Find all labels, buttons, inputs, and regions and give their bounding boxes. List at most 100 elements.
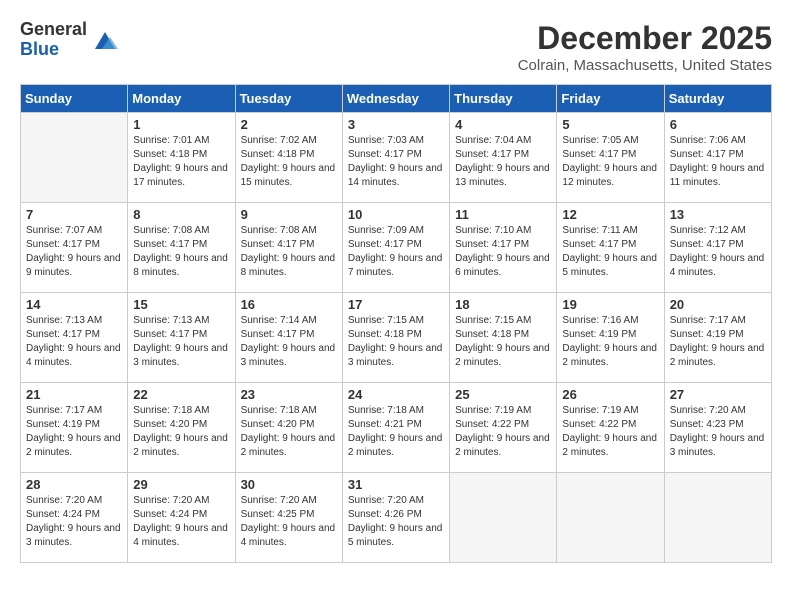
- calendar-cell: 6Sunrise: 7:06 AMSunset: 4:17 PMDaylight…: [664, 113, 771, 203]
- calendar-cell: 19 Sunrise: 7:16 AMSunset: 4:19 PMDayligh…: [557, 293, 664, 383]
- day-number: 12: [562, 207, 658, 222]
- day-number: 23: [241, 387, 337, 402]
- logo: General Blue: [20, 20, 120, 60]
- day-number: 17: [348, 297, 444, 312]
- day-info: Sunrise: 7:15 AMSunset: 4:18 PMDaylight:…: [348, 314, 444, 370]
- weekday-header: Saturday: [664, 85, 771, 113]
- day-number: 31: [348, 477, 444, 492]
- day-info: Sunrise: 7:06 AMSunset: 4:17 PMDaylight:…: [670, 134, 766, 190]
- day-info: Sunrise: 7:10 AMSunset: 4:17 PMDaylight:…: [455, 224, 551, 280]
- calendar-cell: 11 Sunrise: 7:10 AMSunset: 4:17 PMDayligh…: [450, 203, 557, 293]
- page-header: General Blue December 2025 Colrain, Mass…: [20, 20, 772, 74]
- calendar-cell: 14Sunrise: 7:13 AMSunset: 4:17 PMDayligh…: [21, 293, 128, 383]
- day-info: Sunrise: 7:04 AMSunset: 4:17 PMDaylight:…: [455, 134, 551, 190]
- calendar-cell: 10 Sunrise: 7:09 AMSunset: 4:17 PMDayligh…: [342, 203, 449, 293]
- calendar-week-row: 28 Sunrise: 7:20 AMSunset: 4:24 PMDayligh…: [21, 473, 772, 563]
- calendar-cell: 30 Sunrise: 7:20 AMSunset: 4:25 PMDayligh…: [235, 473, 342, 563]
- calendar-cell: 8Sunrise: 7:08 AMSunset: 4:17 PMDaylight…: [128, 203, 235, 293]
- calendar-cell: 1 Sunrise: 7:01 AMSunset: 4:18 PMDaylight…: [128, 113, 235, 203]
- day-info: Sunrise: 7:07 AMSunset: 4:17 PMDaylight:…: [26, 224, 122, 280]
- weekday-header: Sunday: [21, 85, 128, 113]
- weekday-header: Thursday: [450, 85, 557, 113]
- day-number: 26: [562, 387, 658, 402]
- day-number: 28: [26, 477, 122, 492]
- title-block: December 2025 Colrain, Massachusetts, Un…: [518, 20, 772, 74]
- day-info: Sunrise: 7:08 AMSunset: 4:17 PMDaylight:…: [133, 224, 229, 280]
- day-number: 11: [455, 207, 551, 222]
- calendar-cell: 16Sunrise: 7:14 AMSunset: 4:17 PMDayligh…: [235, 293, 342, 383]
- day-info: Sunrise: 7:05 AMSunset: 4:17 PMDaylight:…: [562, 134, 658, 190]
- calendar-cell: 2 Sunrise: 7:02 AMSunset: 4:18 PMDaylight…: [235, 113, 342, 203]
- day-number: 21: [26, 387, 122, 402]
- calendar-cell: [664, 473, 771, 563]
- calendar-week-row: 14Sunrise: 7:13 AMSunset: 4:17 PMDayligh…: [21, 293, 772, 383]
- calendar-cell: 22Sunrise: 7:18 AMSunset: 4:20 PMDayligh…: [128, 383, 235, 473]
- calendar-cell: [21, 113, 128, 203]
- location: Colrain, Massachusetts, United States: [518, 57, 772, 74]
- day-info: Sunrise: 7:08 AMSunset: 4:17 PMDaylight:…: [241, 224, 337, 280]
- day-info: Sunrise: 7:19 AMSunset: 4:22 PMDaylight:…: [562, 404, 658, 460]
- day-number: 2: [241, 117, 337, 132]
- weekday-header: Tuesday: [235, 85, 342, 113]
- calendar-cell: 12 Sunrise: 7:11 AMSunset: 4:17 PMDayligh…: [557, 203, 664, 293]
- calendar-cell: 13Sunrise: 7:12 AMSunset: 4:17 PMDayligh…: [664, 203, 771, 293]
- calendar-cell: 5 Sunrise: 7:05 AMSunset: 4:17 PMDaylight…: [557, 113, 664, 203]
- day-info: Sunrise: 7:13 AMSunset: 4:17 PMDaylight:…: [26, 314, 122, 370]
- calendar-cell: 21 Sunrise: 7:17 AMSunset: 4:19 PMDayligh…: [21, 383, 128, 473]
- calendar-cell: 29Sunrise: 7:20 AMSunset: 4:24 PMDayligh…: [128, 473, 235, 563]
- calendar-cell: 20 Sunrise: 7:17 AMSunset: 4:19 PMDayligh…: [664, 293, 771, 383]
- day-info: Sunrise: 7:20 AMSunset: 4:23 PMDaylight:…: [670, 404, 766, 460]
- day-number: 16: [241, 297, 337, 312]
- day-info: Sunrise: 7:17 AMSunset: 4:19 PMDaylight:…: [26, 404, 122, 460]
- day-info: Sunrise: 7:01 AMSunset: 4:18 PMDaylight:…: [133, 134, 229, 190]
- day-number: 15: [133, 297, 229, 312]
- calendar-cell: [557, 473, 664, 563]
- weekday-header: Monday: [128, 85, 235, 113]
- calendar-cell: 25 Sunrise: 7:19 AMSunset: 4:22 PMDayligh…: [450, 383, 557, 473]
- calendar-cell: [450, 473, 557, 563]
- day-number: 24: [348, 387, 444, 402]
- day-info: Sunrise: 7:19 AMSunset: 4:22 PMDaylight:…: [455, 404, 551, 460]
- day-number: 19: [562, 297, 658, 312]
- calendar-cell: 31Sunrise: 7:20 AMSunset: 4:26 PMDayligh…: [342, 473, 449, 563]
- calendar-week-row: 7Sunrise: 7:07 AMSunset: 4:17 PMDaylight…: [21, 203, 772, 293]
- calendar-cell: 26 Sunrise: 7:19 AMSunset: 4:22 PMDayligh…: [557, 383, 664, 473]
- day-number: 25: [455, 387, 551, 402]
- day-info: Sunrise: 7:18 AMSunset: 4:21 PMDaylight:…: [348, 404, 444, 460]
- day-info: Sunrise: 7:02 AMSunset: 4:18 PMDaylight:…: [241, 134, 337, 190]
- calendar-cell: 17 Sunrise: 7:15 AMSunset: 4:18 PMDayligh…: [342, 293, 449, 383]
- calendar-week-row: 1 Sunrise: 7:01 AMSunset: 4:18 PMDaylight…: [21, 113, 772, 203]
- day-info: Sunrise: 7:18 AMSunset: 4:20 PMDaylight:…: [241, 404, 337, 460]
- day-info: Sunrise: 7:13 AMSunset: 4:17 PMDaylight:…: [133, 314, 229, 370]
- logo-icon: [90, 27, 120, 52]
- day-info: Sunrise: 7:15 AMSunset: 4:18 PMDaylight:…: [455, 314, 551, 370]
- day-info: Sunrise: 7:20 AMSunset: 4:24 PMDaylight:…: [26, 494, 122, 550]
- day-info: Sunrise: 7:11 AMSunset: 4:17 PMDaylight:…: [562, 224, 658, 280]
- day-info: Sunrise: 7:16 AMSunset: 4:19 PMDaylight:…: [562, 314, 658, 370]
- calendar-cell: 18Sunrise: 7:15 AMSunset: 4:18 PMDayligh…: [450, 293, 557, 383]
- day-info: Sunrise: 7:03 AMSunset: 4:17 PMDaylight:…: [348, 134, 444, 190]
- day-number: 27: [670, 387, 766, 402]
- calendar-cell: 27 Sunrise: 7:20 AMSunset: 4:23 PMDayligh…: [664, 383, 771, 473]
- weekday-header: Friday: [557, 85, 664, 113]
- day-number: 30: [241, 477, 337, 492]
- logo-general-text: General: [20, 20, 87, 40]
- day-number: 22: [133, 387, 229, 402]
- day-number: 20: [670, 297, 766, 312]
- day-info: Sunrise: 7:20 AMSunset: 4:25 PMDaylight:…: [241, 494, 337, 550]
- calendar-cell: 3Sunrise: 7:03 AMSunset: 4:17 PMDaylight…: [342, 113, 449, 203]
- day-info: Sunrise: 7:09 AMSunset: 4:17 PMDaylight:…: [348, 224, 444, 280]
- calendar-cell: 23 Sunrise: 7:18 AMSunset: 4:20 PMDayligh…: [235, 383, 342, 473]
- day-number: 10: [348, 207, 444, 222]
- weekday-header: Wednesday: [342, 85, 449, 113]
- day-number: 1: [133, 117, 229, 132]
- calendar-cell: 24 Sunrise: 7:18 AMSunset: 4:21 PMDayligh…: [342, 383, 449, 473]
- weekday-header-row: SundayMondayTuesdayWednesdayThursdayFrid…: [21, 85, 772, 113]
- calendar-cell: 9 Sunrise: 7:08 AMSunset: 4:17 PMDaylight…: [235, 203, 342, 293]
- day-number: 9: [241, 207, 337, 222]
- day-number: 5: [562, 117, 658, 132]
- day-info: Sunrise: 7:20 AMSunset: 4:24 PMDaylight:…: [133, 494, 229, 550]
- day-number: 4: [455, 117, 551, 132]
- day-number: 13: [670, 207, 766, 222]
- day-info: Sunrise: 7:17 AMSunset: 4:19 PMDaylight:…: [670, 314, 766, 370]
